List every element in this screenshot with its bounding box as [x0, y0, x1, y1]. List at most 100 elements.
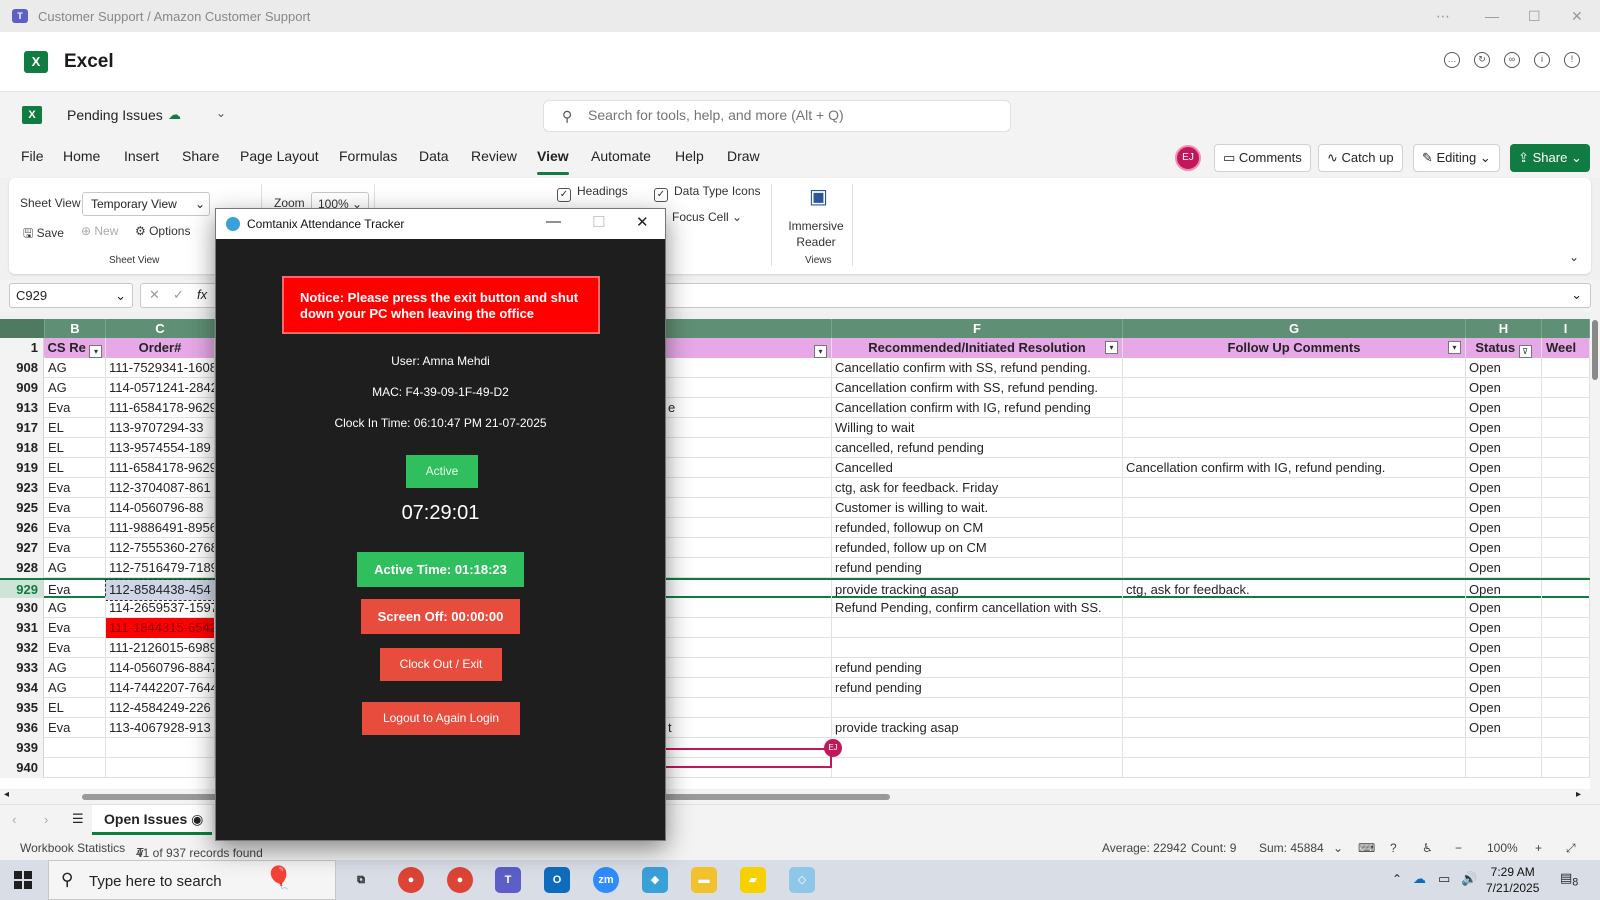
zoom-app-icon[interactable]: zm	[593, 867, 619, 893]
cell-cs-rep[interactable]: Eva	[45, 498, 106, 518]
cell-status[interactable]: Open	[1466, 378, 1542, 398]
cell-order[interactable]: 111-2126015-6989	[106, 638, 215, 658]
sheet-tab-open-issues[interactable]: Open Issues ◉	[92, 805, 212, 835]
row-number[interactable]: 928	[0, 558, 44, 578]
cell-follow-up[interactable]	[1123, 398, 1466, 418]
maximize-button[interactable]: ☐	[592, 213, 605, 231]
cell-week[interactable]	[1542, 498, 1590, 518]
cell-status[interactable]: Open	[1466, 580, 1542, 600]
cell-hidden-column[interactable]	[665, 658, 832, 678]
tab-view[interactable]: View	[537, 148, 569, 175]
cell-order[interactable]: 112-7516479-7189	[106, 558, 215, 578]
file-name[interactable]: Pending Issues	[67, 107, 163, 123]
cell-hidden-column[interactable]	[665, 698, 832, 718]
row-number[interactable]: 918	[0, 438, 44, 458]
tab-home[interactable]: Home	[63, 148, 100, 164]
cell-order[interactable]: 114-7442207-7644	[106, 678, 215, 698]
fullscreen-icon[interactable]: ⤢	[1566, 841, 1576, 856]
cell-cs-rep[interactable]: AG	[45, 378, 106, 398]
minimize-button[interactable]: —	[1485, 0, 1499, 32]
cell-cs-rep[interactable]	[45, 738, 106, 758]
cell-status[interactable]: Open	[1466, 478, 1542, 498]
cell-resolution[interactable]	[832, 618, 1123, 638]
cell-week[interactable]	[1542, 580, 1590, 600]
cell-cs-rep[interactable]: AG	[45, 658, 106, 678]
cell-order[interactable]: 114-2659537-1597	[106, 598, 215, 618]
cell-resolution[interactable]	[832, 738, 1123, 758]
headings-checkbox[interactable]: ✓ Headings	[557, 184, 628, 202]
outlook-icon[interactable]: O	[544, 867, 570, 893]
row-number[interactable]: 917	[0, 418, 44, 438]
col-header-c[interactable]: C	[106, 319, 215, 338]
cell-cs-rep[interactable]: Eva	[45, 518, 106, 538]
cell-week[interactable]	[1542, 558, 1590, 578]
cell-order[interactable]: 114-0560796-88	[106, 498, 215, 518]
cell-status[interactable]: Open	[1466, 418, 1542, 438]
vertical-scrollbar[interactable]	[1590, 312, 1600, 790]
more-icon[interactable]: ⋯	[1436, 0, 1450, 32]
cell-follow-up[interactable]	[1123, 558, 1466, 578]
cell-hidden-column[interactable]	[665, 498, 832, 518]
tab-share[interactable]: Share	[182, 148, 219, 164]
cell-hidden-column[interactable]	[665, 478, 832, 498]
cell-resolution[interactable]	[832, 698, 1123, 718]
tab-file[interactable]: File	[21, 148, 44, 164]
cell-order[interactable]: 113-4067928-913	[106, 718, 215, 738]
cell-hidden-column[interactable]	[665, 538, 832, 558]
cell-week[interactable]	[1542, 718, 1590, 738]
chevron-down-icon[interactable]: ⌄	[216, 106, 226, 120]
notifications-icon[interactable]: ▤8	[1560, 870, 1578, 889]
save-view-button[interactable]: 🖫 Save	[23, 224, 64, 245]
cell-cs-rep[interactable]: AG	[45, 598, 106, 618]
row-number[interactable]: 908	[0, 358, 44, 378]
scroll-right-icon[interactable]: ▸	[1576, 789, 1581, 800]
name-box[interactable]: C929 ⌄	[9, 283, 133, 308]
immersive-reader-icon[interactable]: ▣	[809, 184, 828, 209]
cell-order[interactable]: 112-8584438-454	[105, 579, 216, 601]
catch-up-button[interactable]: ∿ Catch up	[1318, 144, 1403, 172]
cell-cs-rep[interactable]	[45, 758, 106, 778]
zoom-out-icon[interactable]: −	[1455, 841, 1462, 855]
cell-order[interactable]: 114-0560796-8847	[106, 658, 215, 678]
row-number[interactable]: 926	[0, 518, 44, 538]
cell-resolution[interactable]: Willing to wait	[832, 418, 1123, 438]
cell-order[interactable]: 113-9574554-189	[106, 438, 215, 458]
cell-resolution[interactable]: Cancelled	[832, 458, 1123, 478]
cell-order[interactable]: 111-1844315-6542	[106, 618, 215, 638]
cell-week[interactable]	[1542, 398, 1590, 418]
cell-follow-up[interactable]	[1123, 478, 1466, 498]
cell-status[interactable]: Open	[1466, 598, 1542, 618]
data-type-icons-checkbox[interactable]: ✓ Data Type Icons	[654, 184, 761, 202]
cell-status[interactable]: Open	[1466, 698, 1542, 718]
cell-follow-up[interactable]	[1123, 498, 1466, 518]
cell-resolution[interactable]: Cancellation confirm with IG, refund pen…	[832, 398, 1123, 418]
cell-cs-rep[interactable]: Eva	[45, 618, 106, 638]
row-number[interactable]: 909	[0, 378, 44, 398]
tracker-app-icon[interactable]: ◆	[642, 867, 668, 893]
row-number[interactable]: 925	[0, 498, 44, 518]
cell-week[interactable]	[1542, 738, 1590, 758]
cell-week[interactable]	[1542, 698, 1590, 718]
file-explorer-icon[interactable]: ▬	[691, 867, 717, 893]
cell-hidden-column[interactable]: t	[665, 718, 832, 738]
shield-icon[interactable]: !	[1564, 52, 1580, 68]
select-all-corner[interactable]	[0, 319, 45, 338]
immersive-reader-button[interactable]: Immersive Reader	[786, 218, 846, 250]
taskbar-search[interactable]: ⚲ Type here to search 🎈	[48, 860, 336, 900]
cell-follow-up[interactable]	[1123, 758, 1466, 778]
cell-resolution[interactable]: refund pending	[832, 658, 1123, 678]
row-number[interactable]: 935	[0, 698, 44, 718]
cell-follow-up[interactable]	[1123, 378, 1466, 398]
link-icon[interactable]: ∞	[1504, 52, 1520, 68]
cell-follow-up[interactable]	[1123, 638, 1466, 658]
cell-week[interactable]	[1542, 418, 1590, 438]
row-number[interactable]: 933	[0, 658, 44, 678]
tab-draw[interactable]: Draw	[727, 148, 760, 164]
chevron-down-icon[interactable]: ⌄	[1333, 841, 1343, 855]
cell-status[interactable]: Open	[1466, 678, 1542, 698]
cell-status[interactable]: Open	[1466, 518, 1542, 538]
chat-icon[interactable]: …	[1444, 52, 1460, 68]
cell-follow-up[interactable]: Cancellation confirm with IG, refund pen…	[1123, 458, 1466, 478]
cell-week[interactable]	[1542, 758, 1590, 778]
cell-resolution[interactable]: Cancellation confirm with SS, refund pen…	[832, 378, 1123, 398]
